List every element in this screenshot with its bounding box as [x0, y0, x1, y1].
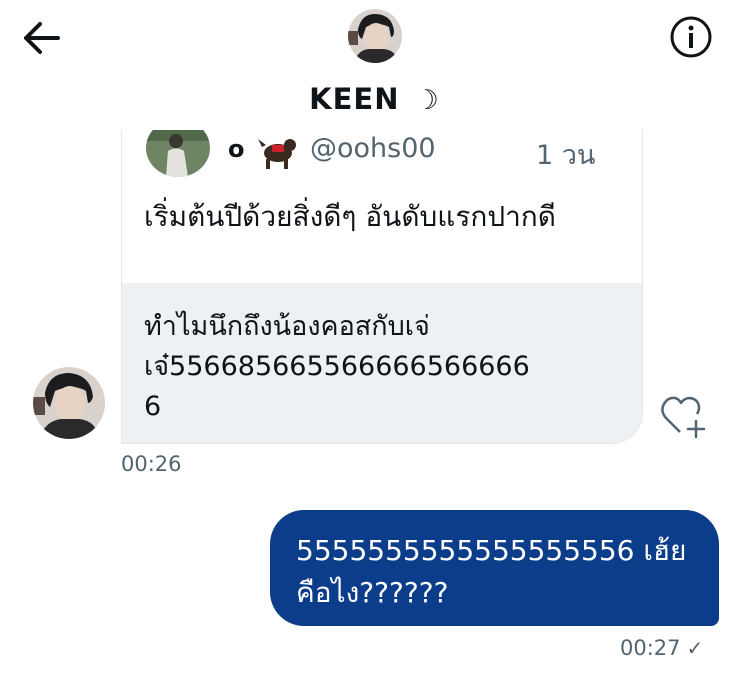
add-reaction-button[interactable]	[658, 394, 710, 440]
tweet-timestamp: 1 วน	[536, 140, 596, 171]
tweet-text: เริ่มต้นปีด้วยสิ่งดีๆ อันดับแรกปากดี	[144, 200, 556, 233]
sender-avatar[interactable]	[33, 367, 105, 439]
outgoing-message-text: 5555555555555555556 เฮ้ย คือไง??????	[296, 534, 687, 609]
incoming-timestamp: 00:26	[121, 452, 182, 476]
tweet-author-handle: @oohs00	[310, 133, 436, 164]
outgoing-message-bubble[interactable]: 5555555555555555556 เฮ้ย คือไง??????	[270, 510, 719, 626]
contact-avatar[interactable]	[348, 9, 402, 63]
arrow-left-icon	[24, 22, 60, 54]
back-button[interactable]	[20, 18, 64, 58]
heart-plus-icon	[661, 396, 706, 439]
conversation-header: KEEN ☽	[0, 0, 749, 130]
incoming-message-bubble[interactable]: ทำไมนึกถึงน้องคอสกับเจ่ เจ๋5566856655666…	[122, 283, 642, 443]
contact-name: KEEN ☽	[0, 82, 749, 116]
info-circle-icon	[670, 16, 712, 58]
quoted-tweet-message[interactable]: o @oohs00 1 วน เริ่มต้นปีด้วยสิ่งดีๆ อัน…	[121, 100, 643, 444]
outgoing-time-text: 00:27	[620, 636, 681, 660]
tweet-author-name: o	[228, 135, 245, 163]
sent-check-icon: ✓	[686, 636, 704, 660]
incoming-message-text: ทำไมนึกถึงน้องคอสกับเจ่ เจ๋5566856655666…	[144, 311, 530, 422]
outgoing-timestamp: 00:27 ✓	[620, 636, 703, 660]
contact-name-text: KEEN	[309, 82, 400, 116]
conversation-info-button[interactable]	[668, 14, 714, 60]
dog-emoji-icon	[258, 139, 296, 169]
moon-symbol: ☽	[414, 85, 440, 116]
